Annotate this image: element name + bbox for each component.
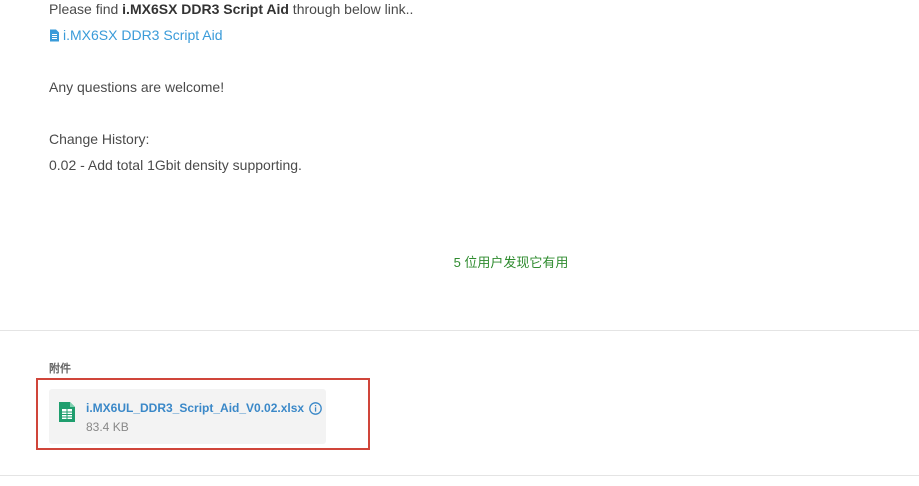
attachment-card[interactable]: i.MX6UL_DDR3_Script_Aid_V0.02.xlsx 83.4 … <box>49 389 326 444</box>
history-title: Change History: <box>49 131 150 147</box>
doc-link-label: i.MX6SX DDR3 Script Aid <box>63 27 223 43</box>
intro-bold: i.MX6SX DDR3 Script Aid <box>122 1 289 17</box>
attachment-link[interactable]: i.MX6UL_DDR3_Script_Aid_V0.02.xlsx <box>86 401 304 415</box>
questions-text: Any questions are welcome! <box>49 79 225 95</box>
intro-prefix: Please find <box>49 1 123 17</box>
intro-suffix: through below link.. <box>288 1 414 17</box>
attachment-size: 83.4 KB <box>86 420 129 434</box>
helpful-count[interactable]: 5 位用户发现它有用 <box>0 252 919 271</box>
info-icon[interactable] <box>309 401 322 415</box>
bottom-divider <box>0 475 919 476</box>
history-item: 0.02 - Add total 1Gbit density supportin… <box>49 157 302 173</box>
attachments-title: 附件 <box>49 363 71 375</box>
document-icon <box>49 29 60 42</box>
doc-link[interactable]: i.MX6SX DDR3 Script Aid <box>49 26 223 44</box>
post-page: Please find i.MX6SX DDR3 Script Aid thro… <box>0 0 919 486</box>
attachment-name-row: i.MX6UL_DDR3_Script_Aid_V0.02.xlsx <box>86 401 322 415</box>
section-divider <box>0 330 919 331</box>
intro-line: Please find i.MX6SX DDR3 Script Aid thro… <box>49 0 413 18</box>
doc-link-line: i.MX6SX DDR3 Script Aid <box>49 26 223 46</box>
spreadsheet-icon <box>58 401 76 428</box>
